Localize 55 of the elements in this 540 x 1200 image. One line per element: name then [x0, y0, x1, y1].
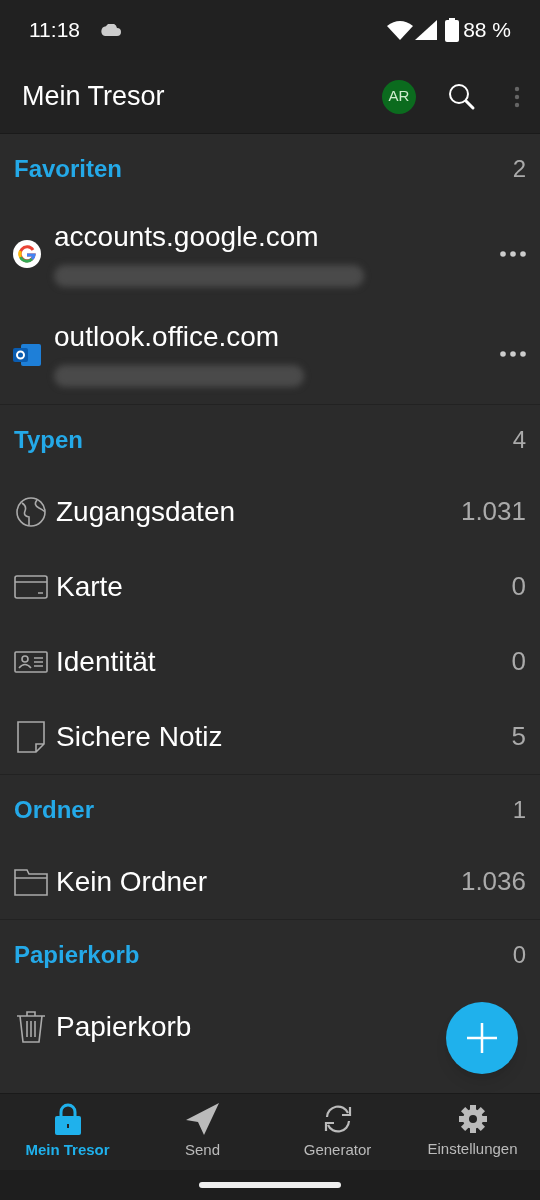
- battery-percentage: 88 %: [463, 17, 511, 44]
- category-item[interactable]: Karte 0: [0, 549, 540, 624]
- account-avatar[interactable]: AR: [382, 79, 416, 114]
- category-item[interactable]: Sichere Notiz 5: [0, 699, 540, 774]
- item-title: Karte: [56, 569, 123, 604]
- item-title: Identität: [56, 644, 156, 679]
- item-count: 5: [511, 720, 526, 753]
- nav-tab[interactable]: Einstellungen: [405, 1094, 540, 1170]
- paper-plane-icon: [185, 1102, 220, 1135]
- folder-icon: [14, 866, 48, 897]
- status-time: 11:18: [29, 17, 80, 44]
- wifi-icon: [387, 20, 414, 40]
- more-icon[interactable]: [500, 351, 526, 357]
- item-title: outlook.office.com: [54, 321, 281, 353]
- globe-icon: [15, 495, 47, 528]
- item-count: 0: [511, 570, 526, 603]
- category-item[interactable]: Papierkorb: [0, 989, 540, 1064]
- section-count: 2: [512, 154, 526, 184]
- settings-icon: [457, 1103, 488, 1134]
- category-item[interactable]: Kein Ordner 1.036: [0, 844, 540, 919]
- trash-icon: [15, 1009, 47, 1044]
- item-count: 1.036: [460, 865, 526, 898]
- note-icon: [16, 719, 46, 754]
- battery-icon: [445, 18, 460, 42]
- section-header: Favoriten: [14, 154, 124, 184]
- lock-icon: [52, 1102, 83, 1135]
- section-count: 1: [512, 794, 526, 825]
- nav-tab[interactable]: Mein Tresor: [0, 1094, 135, 1170]
- item-title: Sichere Notiz: [56, 719, 223, 754]
- search-icon[interactable]: [448, 82, 476, 111]
- category-item[interactable]: Zugangsdaten 1.031: [0, 474, 540, 549]
- item-title: Zugangsdaten: [56, 494, 236, 529]
- login-item[interactable]: accounts.google.com: [0, 204, 540, 304]
- signal-icon: [415, 20, 438, 40]
- more-icon[interactable]: [500, 251, 526, 257]
- item-title: accounts.google.com: [54, 221, 320, 253]
- section-header: Papierkorb: [14, 939, 141, 970]
- cloud-icon: [100, 24, 122, 36]
- category-item[interactable]: Identität 0: [0, 624, 540, 699]
- section-count: 0: [512, 939, 526, 970]
- section-header: Typen: [14, 424, 84, 455]
- nav-tab[interactable]: Send: [135, 1094, 270, 1170]
- item-count: 1.031: [460, 495, 526, 528]
- section-header: Ordner: [14, 794, 95, 825]
- more-options-icon[interactable]: [514, 85, 520, 108]
- section-count: 4: [512, 424, 526, 455]
- item-count: 0: [511, 645, 526, 678]
- item-title: Papierkorb: [56, 1009, 192, 1044]
- app-title: Mein Tresor: [22, 80, 166, 114]
- login-item[interactable]: outlook.office.com: [0, 304, 540, 404]
- google-logo-icon: [12, 239, 42, 269]
- nav-tab[interactable]: Generator: [270, 1094, 405, 1170]
- plus-icon: [467, 1023, 497, 1053]
- card-icon: [14, 572, 48, 601]
- item-title: Kein Ordner: [56, 864, 207, 899]
